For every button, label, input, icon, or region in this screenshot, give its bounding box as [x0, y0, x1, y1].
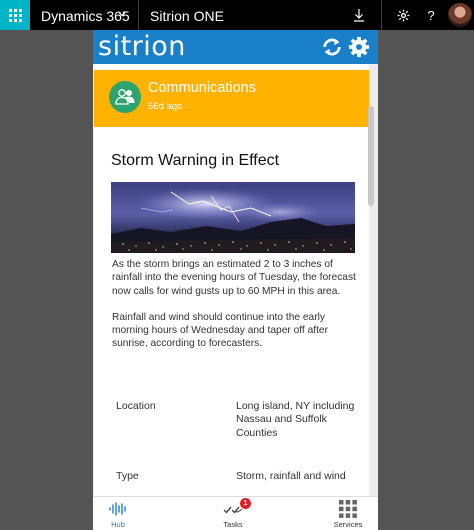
- nav-label-tasks: Tasks: [223, 520, 243, 529]
- app-name[interactable]: Sitrion ONE: [150, 8, 224, 24]
- nav-services[interactable]: Services: [330, 497, 366, 530]
- nav-label-services: Services: [333, 520, 363, 529]
- user-avatar[interactable]: [448, 3, 472, 27]
- storm-photo: [111, 182, 355, 253]
- nav-tasks[interactable]: 1 Tasks: [218, 497, 251, 530]
- refresh-icon[interactable]: [321, 36, 343, 58]
- feed-content[interactable]: Communications 56d ago Storm Warning in …: [93, 64, 378, 496]
- post-paragraph: As the storm brings an estimated 2 to 3 …: [112, 259, 356, 297]
- divider: [138, 0, 139, 30]
- nav-hub[interactable]: Hub: [103, 497, 133, 530]
- communications-banner[interactable]: Communications 56d ago: [94, 70, 369, 127]
- download-icon[interactable]: [350, 6, 368, 24]
- sitrion-logo: sitrion: [98, 31, 186, 62]
- post-card[interactable]: Communications 56d ago Storm Warning in …: [94, 64, 369, 496]
- banner-timestamp: 56d ago: [148, 101, 183, 112]
- post-body: As the storm brings an estimated 2 to 3 …: [112, 258, 357, 364]
- field-label-location: Location: [116, 400, 156, 412]
- people-icon: [109, 81, 141, 113]
- bottom-navigation: Hub 1 Tasks Services: [93, 496, 378, 530]
- tasks-badge: 1: [240, 498, 251, 509]
- top-navigation-bar: Dynamics 365 Sitrion ONE ?: [0, 0, 474, 30]
- field-value-location: Long island, NY including Nassau and Suf…: [236, 400, 355, 439]
- divider: [381, 0, 382, 30]
- post-title: Storm Warning in Effect: [111, 152, 280, 169]
- help-icon[interactable]: ?: [422, 6, 440, 24]
- banner-title: Communications: [148, 80, 256, 96]
- chevron-down-icon[interactable]: [117, 9, 127, 19]
- settings-gear-icon[interactable]: [394, 6, 412, 24]
- hub-waveform-icon: [109, 502, 126, 516]
- app-launcher-icon[interactable]: [0, 0, 30, 30]
- post-paragraph: Rainfall and wind should continue into t…: [112, 311, 328, 350]
- nav-label-hub: Hub: [111, 520, 125, 529]
- scrollbar[interactable]: [368, 106, 374, 206]
- grid-icon: [339, 500, 357, 518]
- field-value-type: Storm, rainfall and wind: [236, 470, 346, 482]
- app-header: sitrion: [93, 30, 378, 64]
- field-label-type: Type: [116, 470, 139, 482]
- gear-icon[interactable]: [348, 36, 370, 58]
- sitrion-app-frame: sitrion Communications 56d ago Storm War…: [93, 30, 378, 530]
